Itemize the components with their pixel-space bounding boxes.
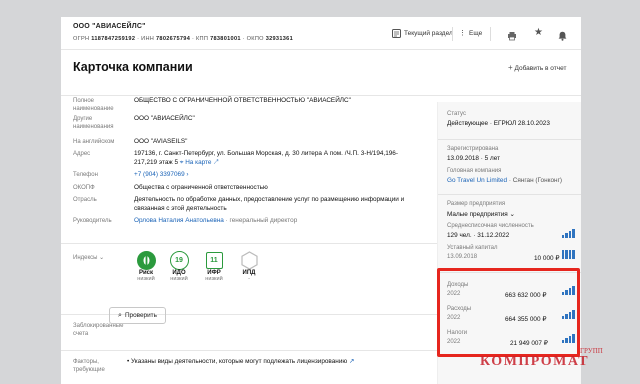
blocked-accounts-label: Заблокированные счета (73, 323, 124, 337)
field-label: Руководитель (73, 218, 112, 224)
field-value: ООО "АВИАСЕЙЛС" (134, 115, 195, 122)
address-value: 197136, г. Санкт-Петербург, ул. Большая … (134, 150, 398, 166)
field-value: ОБЩЕСТВО С ОГРАНИЧЕННОЙ ОТВЕТСТВЕННОСТЬЮ… (134, 97, 351, 104)
employees-value: 129 чел. · 31.12.2022 (447, 232, 510, 239)
company-short-name: ООО "АВИАСЕЙЛС" (73, 23, 146, 30)
hexagon-icon (240, 251, 258, 270)
star-icon[interactable]: ★ (534, 27, 543, 38)
sidebar-divider (438, 194, 581, 195)
current-section-button[interactable]: Текущий раздел (392, 29, 453, 38)
head-company-link[interactable]: Go Travel Un Limited (447, 177, 507, 184)
head-company-label: Головная компания (447, 168, 502, 174)
sidebar-divider (438, 139, 581, 140)
factor-item: • Указаны виды деятельности, которые мог… (127, 358, 355, 365)
watermark: КОМПРОМАТ (480, 354, 590, 369)
add-to-report-button[interactable]: + Добавить в отчет (508, 63, 567, 72)
employees-chart-icon[interactable] (562, 228, 575, 238)
highlight-frame (437, 268, 580, 357)
director-link[interactable]: Орлова Наталия Анатольевна (134, 217, 224, 224)
more-button[interactable]: ⋮ Еще (459, 29, 482, 38)
capital-value: 10 000 ₽ (534, 255, 560, 262)
search-icon: ⌕ (118, 311, 122, 319)
phone-link[interactable]: +7 (904) 3397069 › (134, 171, 334, 180)
header-divider (490, 27, 491, 41)
header-divider (452, 27, 453, 41)
section-icon (392, 29, 401, 38)
ido-badge: 19 (169, 251, 189, 270)
size-label: Размер предприятия (447, 201, 506, 207)
field-value: OOO "AVIASEILS" (134, 138, 188, 145)
head-company-value: Go Travel Un Limited · Сянган (Гонконг) (447, 177, 563, 184)
field-label: Телефон (73, 172, 98, 178)
company-header-bar: ООО "АВИАСЕЙЛС" ОГРН 1187847259192 · ИНН… (61, 17, 581, 50)
external-link-icon: ↗ (213, 158, 219, 166)
section-divider (61, 243, 437, 244)
map-pin-icon: ⌖ (179, 158, 184, 166)
registered-label: Зарегистрирована (447, 146, 499, 152)
registered-value: 13.09.2018 · 5 лет (447, 155, 500, 162)
capital-date: 13.09.2018 (447, 254, 478, 260)
capital-chart-icon[interactable] (562, 249, 575, 259)
index-ifr[interactable]: 11 ИФР низкий (199, 252, 229, 282)
director-row: Орлова Наталия Анатольевна · генеральный… (134, 217, 298, 224)
status-label: Статус (447, 111, 466, 117)
check-accounts-button[interactable]: ⌕ Проверить (109, 307, 166, 324)
risk-icon (136, 251, 156, 270)
ifr-badge: 11 (205, 252, 223, 269)
field-label: Другие наименования (73, 116, 114, 130)
field-label: Отрасль (73, 197, 97, 203)
field-label: Адрес (73, 151, 91, 157)
capital-label: Уставный капитал (447, 245, 498, 251)
indices-label[interactable]: Индексы ⌄ (73, 254, 104, 262)
print-icon[interactable] (507, 28, 517, 46)
chevron-down-icon: ⌄ (509, 211, 515, 218)
chevron-down-icon: ⌄ (99, 255, 105, 261)
chevron-right-icon: › (186, 171, 189, 178)
index-risk[interactable]: Риск низкий (131, 251, 161, 282)
index-ido[interactable]: 19 ИДО низкий (164, 251, 194, 282)
company-codes: ОГРН 1187847259192 · ИНН 7802675794 · КП… (73, 36, 293, 42)
field-value: Общества с ограниченной ответственностью (134, 184, 268, 191)
field-label: Полное наименование (73, 98, 114, 112)
employees-label: Среднесписочная численность (447, 223, 534, 229)
index-ipd[interactable]: ИПД - (234, 251, 264, 282)
field-value: Деятельность по обработке данных, предос… (134, 196, 405, 212)
watermark-sub: ГРУПП (580, 347, 603, 355)
section-divider (61, 350, 437, 351)
factors-label: Факторы, требующие (73, 359, 105, 373)
external-link-icon[interactable]: ↗ (349, 358, 354, 365)
field-label: ОКОПФ (73, 185, 95, 191)
plus-icon: + (508, 63, 513, 72)
size-value[interactable]: Малые предприятия ⌄ (447, 210, 515, 218)
map-link[interactable]: ⌖ На карте ↗ (180, 159, 219, 166)
title-divider (61, 95, 581, 96)
more-icon: ⋮ (459, 30, 466, 37)
bell-icon[interactable] (558, 28, 567, 46)
field-label: На английском (73, 139, 115, 145)
status-value: Действующее · ЕГРЮЛ 28.10.2023 (447, 120, 550, 127)
page-title: Карточка компании (73, 60, 193, 74)
